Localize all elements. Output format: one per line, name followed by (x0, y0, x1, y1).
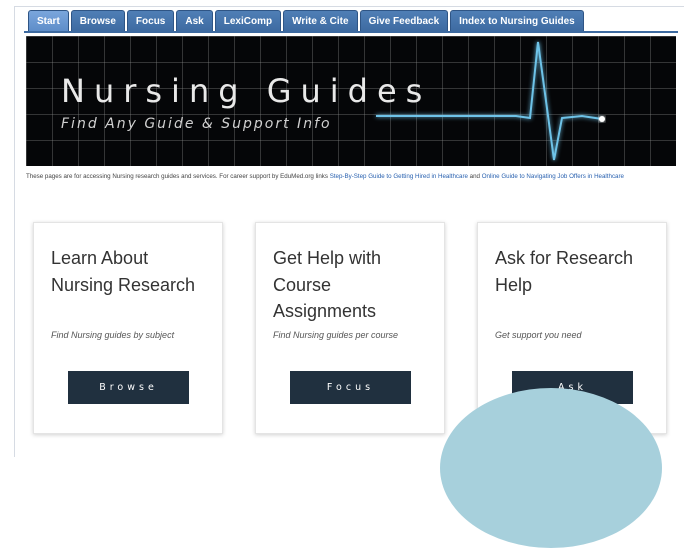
tab-lexicomp[interactable]: LexiComp (214, 10, 282, 32)
card-title: Ask for Research Help (495, 248, 634, 295)
browse-button[interactable]: Browse (68, 371, 189, 404)
tab-index-nursing-guides[interactable]: Index to Nursing Guides (450, 10, 584, 32)
tab-start[interactable]: Start (28, 10, 69, 32)
tab-focus[interactable]: Focus (126, 10, 175, 32)
card-description: Find Nursing guides per course (273, 330, 399, 340)
card-description: Find Nursing guides by subject (51, 330, 175, 340)
nav-tabs: Start Browse Focus Ask LexiComp Write & … (28, 10, 584, 32)
banner: Nursing Guides Find Any Guide & Support … (26, 36, 676, 166)
tab-write-cite[interactable]: Write & Cite (283, 10, 358, 32)
tab-underline (24, 31, 678, 33)
tab-ask[interactable]: Ask (176, 10, 213, 32)
banner-subtitle: Find Any Guide & Support Info (61, 116, 332, 132)
tab-give-feedback[interactable]: Give Feedback (359, 10, 449, 32)
decorative-circle (440, 388, 662, 548)
tab-browse[interactable]: Browse (70, 10, 125, 32)
card-learn-research: Learn About Nursing Research Find Nursin… (33, 222, 223, 434)
card-description: Get support you need (495, 330, 582, 340)
link-hired-guide[interactable]: Step-By-Step Guide to Getting Hired in H… (330, 173, 468, 180)
intro-text: These pages are for accessing Nursing re… (26, 173, 624, 180)
card-course-help: Get Help with Course Assignments Find Nu… (255, 222, 445, 434)
banner-title: Nursing Guides (61, 72, 432, 110)
focus-button[interactable]: Focus (290, 371, 411, 404)
card-title: Get Help with Course Assignments (273, 248, 382, 321)
card-title: Learn About Nursing Research (51, 248, 196, 295)
link-job-offers-guide[interactable]: Online Guide to Navigating Job Offers in… (482, 173, 624, 180)
